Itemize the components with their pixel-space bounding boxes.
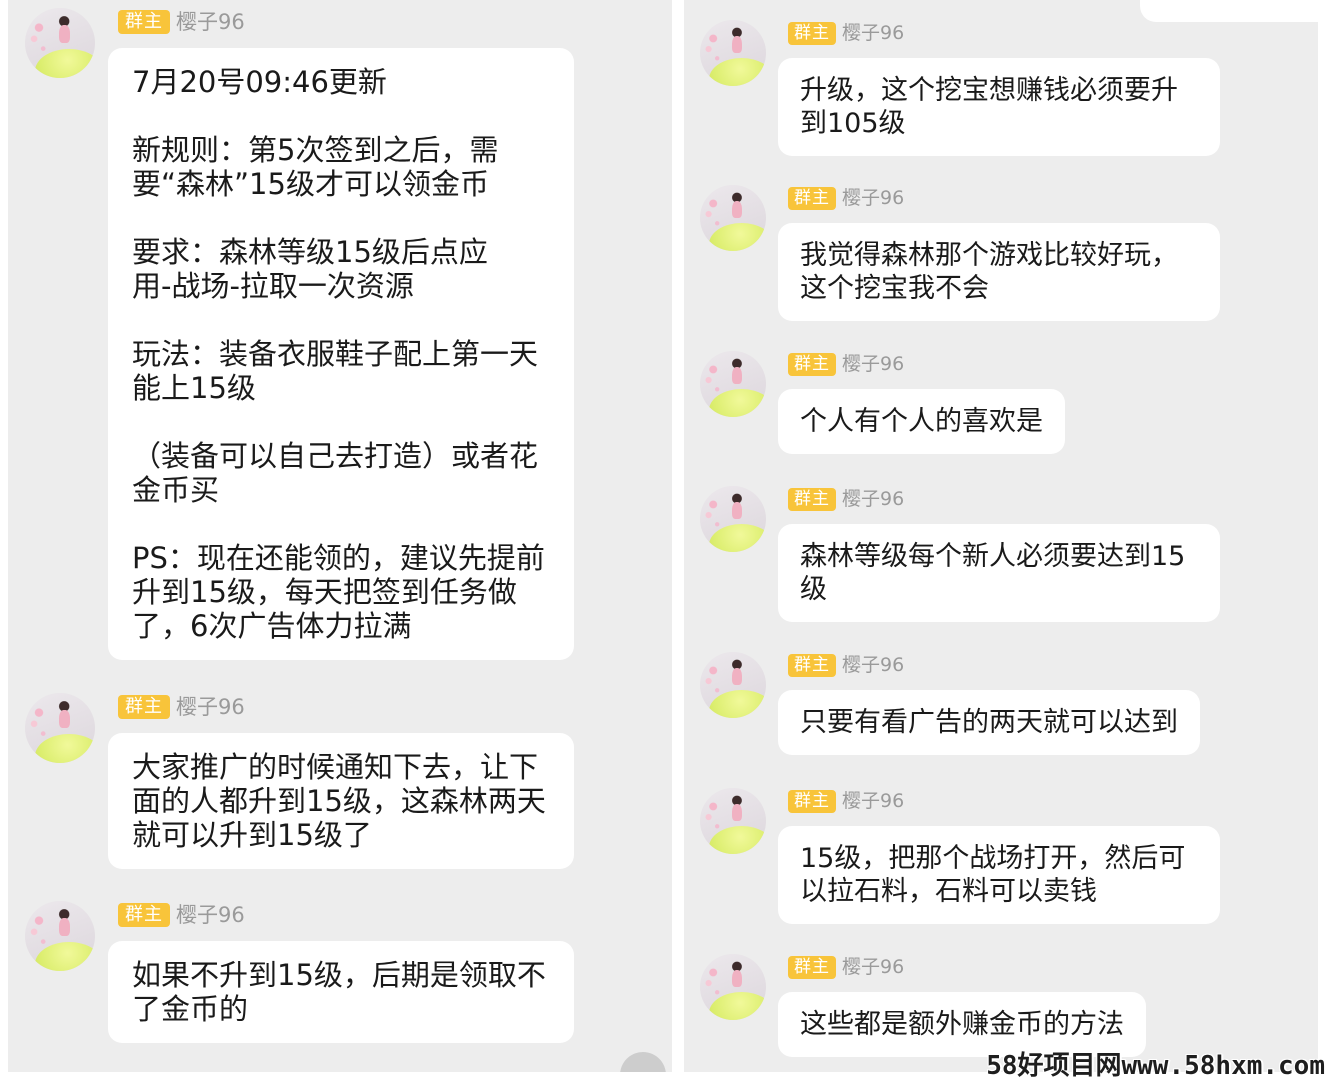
sender-name[interactable]: 樱子96	[842, 187, 904, 210]
group-owner-badge: 群主	[118, 903, 170, 927]
message-bubble[interactable]: 我觉得森林那个游戏比较好玩， 这个挖宝我不会	[778, 223, 1220, 321]
paragraph: 7月20号09:46更新	[132, 65, 550, 99]
text-line: 用-战场-拉取一次资源	[132, 269, 414, 303]
message-bubble[interactable]: 7月20号09:46更新 新规则：第5次签到之后，需 要“森林”15级才可以领金…	[108, 48, 574, 660]
avatar[interactable]	[700, 20, 766, 86]
text-line: 这些都是额外赚金币的方法	[800, 1009, 1124, 1040]
scroll-to-bottom-button[interactable]	[620, 1052, 666, 1072]
sender-name[interactable]: 樱子96	[842, 353, 904, 376]
paragraph: （装备可以自己去打造）或者花 金币买	[132, 439, 550, 507]
text-line: 到105级	[800, 108, 906, 139]
avatar[interactable]	[700, 486, 766, 552]
text-line: 升级，这个挖宝想赚钱必须要升	[800, 75, 1178, 106]
text-line: 了金币的	[132, 992, 249, 1026]
message-bubble[interactable]: 升级，这个挖宝想赚钱必须要升 到105级	[778, 58, 1220, 156]
message-bubble[interactable]: 这些都是额外赚金币的方法	[778, 992, 1146, 1057]
paragraph: 如果不升到15级，后期是领取不 了金币的	[132, 958, 550, 1026]
sender-name[interactable]: 樱子96	[176, 903, 245, 927]
message-bubble[interactable]: 森林等级每个新人必须要达到15 级	[778, 524, 1220, 622]
text-line: 级	[800, 574, 827, 605]
text-line: 只要有看广告的两天就可以达到	[800, 707, 1178, 738]
text-line: 如果不升到15级，后期是领取不	[132, 958, 546, 992]
group-owner-badge: 群主	[788, 956, 836, 979]
group-owner-badge: 群主	[788, 353, 836, 376]
text-line: 15级，把那个战场打开，然后可	[800, 843, 1186, 874]
text-line: 新规则：第5次签到之后，需	[132, 133, 499, 167]
sender-name[interactable]: 樱子96	[842, 790, 904, 813]
text-line: 我觉得森林那个游戏比较好玩，	[800, 240, 1178, 271]
group-owner-badge: 群主	[788, 654, 836, 677]
text-line: 金币买	[132, 473, 220, 507]
text-line: PS：现在还能领的，建议先提前	[132, 541, 545, 575]
text-line: 了，6次广告体力拉满	[132, 609, 412, 643]
avatar[interactable]	[25, 693, 95, 763]
sender-name[interactable]: 樱子96	[176, 10, 245, 34]
text-line: 要“森林”15级才可以领金币	[132, 167, 489, 201]
paragraph: 新规则：第5次签到之后，需 要“森林”15级才可以领金币	[132, 133, 550, 201]
avatar[interactable]	[700, 652, 766, 718]
sender-name[interactable]: 樱子96	[842, 22, 904, 45]
text-line: 面的人都升到15级，这森林两天	[132, 784, 546, 818]
avatar[interactable]	[700, 185, 766, 251]
avatar[interactable]	[25, 901, 95, 971]
paragraph: PS：现在还能领的，建议先提前 升到15级，每天把签到任务做 了，6次广告体力拉…	[132, 541, 550, 643]
sender-name[interactable]: 樱子96	[176, 695, 245, 719]
sender-name[interactable]: 樱子96	[842, 654, 904, 677]
text-line: 这个挖宝我不会	[800, 273, 989, 304]
sender-name[interactable]: 樱子96	[842, 488, 904, 511]
group-owner-badge: 群主	[118, 695, 170, 719]
group-owner-badge: 群主	[788, 790, 836, 813]
paragraph: 玩法：装备衣服鞋子配上第一天 能上15级	[132, 337, 550, 405]
text-line: 大家推广的时候通知下去，让下	[132, 750, 539, 784]
avatar[interactable]	[700, 351, 766, 417]
group-owner-badge: 群主	[118, 10, 170, 34]
group-owner-badge: 群主	[788, 22, 836, 45]
previous-message-bubble-fragment[interactable]	[1140, 0, 1318, 22]
right-chat-panel: 群主 樱子96 升级，这个挖宝想赚钱必须要升 到105级 群主 樱子96 我觉得…	[684, 0, 1318, 1072]
text-line: 升到15级，每天把签到任务做	[132, 575, 517, 609]
message-bubble[interactable]: 15级，把那个战场打开，然后可 以拉石料，石料可以卖钱	[778, 826, 1220, 924]
message-bubble[interactable]: 大家推广的时候通知下去，让下 面的人都升到15级，这森林两天 就可以升到15级了	[108, 733, 574, 869]
avatar[interactable]	[700, 954, 766, 1020]
site-watermark: 58好项目网www.58hxm.com	[986, 1051, 1325, 1081]
text-line: （装备可以自己去打造）或者花	[132, 439, 539, 473]
message-bubble[interactable]: 如果不升到15级，后期是领取不 了金币的	[108, 941, 574, 1043]
paragraph: 要求：森林等级15级后点应 用-战场-拉取一次资源	[132, 235, 550, 303]
text-line: 以拉石料，石料可以卖钱	[800, 876, 1097, 907]
text-line: 7月20号09:46更新	[132, 65, 387, 99]
avatar[interactable]	[25, 8, 95, 78]
text-line: 森林等级每个新人必须要达到15	[800, 541, 1186, 572]
left-chat-panel: 群主 樱子96 7月20号09:46更新 新规则：第5次签到之后，需 要“森林”…	[8, 0, 672, 1072]
text-line: 要求：森林等级15级后点应	[132, 235, 488, 269]
avatar[interactable]	[700, 788, 766, 854]
text-line: 能上15级	[132, 371, 256, 405]
text-line: 个人有个人的喜欢是	[800, 406, 1043, 437]
paragraph: 大家推广的时候通知下去，让下 面的人都升到15级，这森林两天 就可以升到15级了	[132, 750, 550, 852]
text-line: 就可以升到15级了	[132, 818, 372, 852]
message-bubble[interactable]: 个人有个人的喜欢是	[778, 389, 1065, 454]
group-owner-badge: 群主	[788, 187, 836, 210]
text-line: 玩法：装备衣服鞋子配上第一天	[132, 337, 539, 371]
message-bubble[interactable]: 只要有看广告的两天就可以达到	[778, 690, 1200, 755]
sender-name[interactable]: 樱子96	[842, 956, 904, 979]
group-owner-badge: 群主	[788, 488, 836, 511]
